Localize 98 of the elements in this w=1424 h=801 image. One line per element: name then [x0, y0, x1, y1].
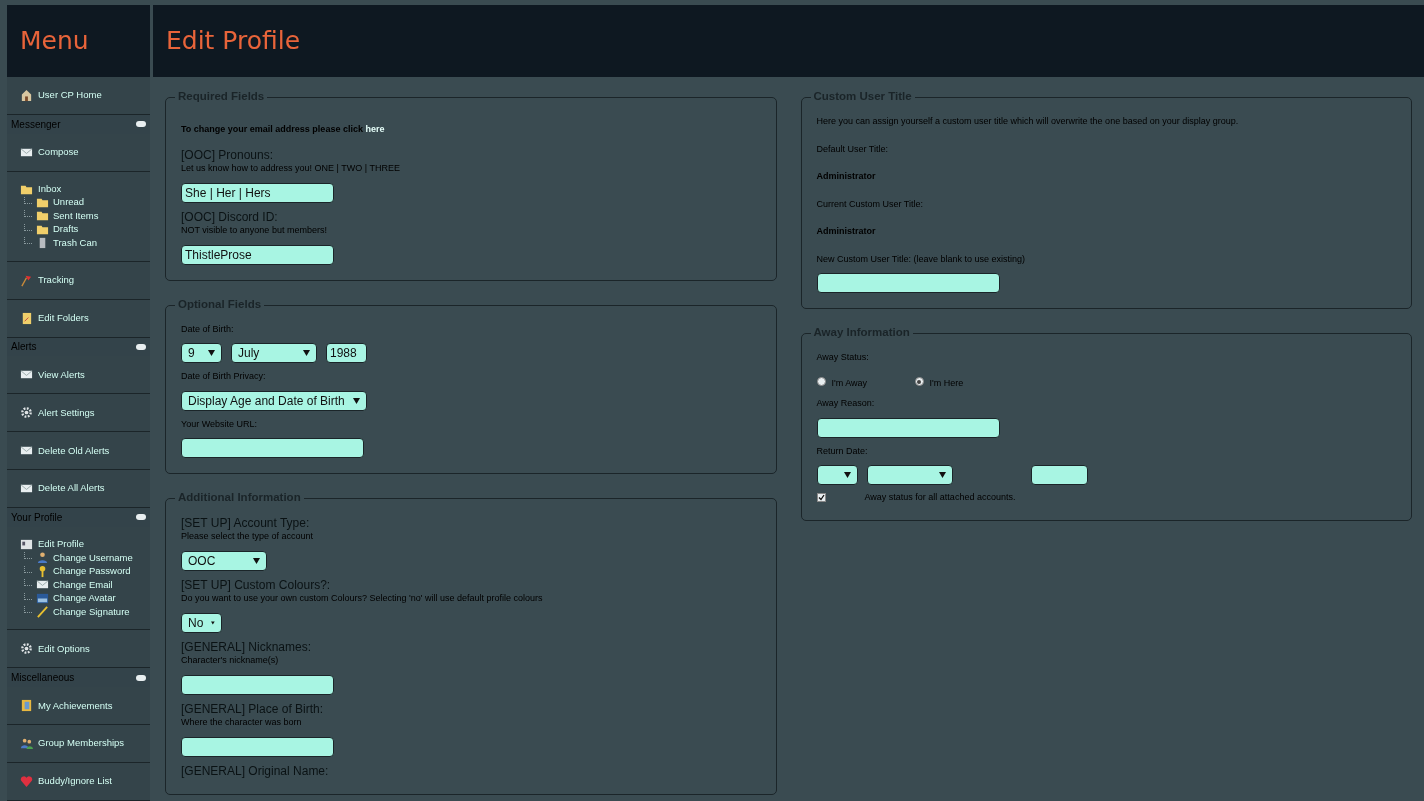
sidebar-link[interactable]: Unread [36, 195, 85, 210]
caret-icon [352, 397, 360, 404]
input-field[interactable]: 1988 [326, 343, 367, 363]
field-label: [GENERAL] Nicknames: [181, 639, 313, 655]
caret-icon [938, 472, 946, 478]
field-label: [GENERAL] Original Name: [181, 763, 330, 779]
sidebar-link[interactable]: Delete All Alerts [20, 481, 105, 496]
flag-icon [20, 273, 33, 287]
collapse-icon[interactable] [136, 514, 146, 521]
field-label: Your Website URL: [181, 417, 259, 431]
field-label: Current Custom User Title: [816, 197, 925, 211]
field-label: Date of Birth Privacy: [181, 370, 267, 383]
sidebar-link[interactable]: Change Signature [36, 604, 130, 619]
input-field[interactable]: She | Her | Hers [181, 182, 334, 203]
field-description: Let us know how to address you! ONE | TWO | THREE [181, 162, 401, 174]
sidebar-link[interactable]: Edit Folders [20, 310, 89, 326]
field-label: Away Reason: [816, 397, 876, 410]
sidebar-link[interactable]: Drafts [36, 222, 79, 237]
menu-header: Menu [7, 5, 150, 77]
sidebar-link[interactable]: Edit Profile [20, 537, 150, 551]
collapse-icon[interactable] [136, 343, 146, 350]
field-description: Character's nickname(s) [181, 655, 280, 666]
sidebar-link[interactable]: User CP Home [20, 88, 102, 103]
dropdown[interactable] [816, 465, 858, 485]
radio-label: I'm Away [831, 376, 868, 390]
sidebar-link[interactable]: Sent Items [36, 208, 99, 224]
sidebar-link[interactable]: Change Username [36, 550, 133, 565]
field-label: Here you can assign yourself a custom user title which will overwrite the one based on your display group. [816, 115, 1240, 128]
caret-icon [211, 620, 215, 626]
field-description: Where the character was born [181, 717, 303, 728]
field-label: New Custom User Title: (leave blank to use existing) [816, 252, 1027, 266]
dropdown[interactable]: No [181, 613, 222, 633]
field-label: Date of Birth: [181, 322, 235, 336]
dropdown[interactable]: OOC [181, 551, 267, 571]
heart-icon [20, 775, 33, 788]
envelope-icon [20, 145, 33, 159]
dropdown[interactable]: Display Age and Date of Birth [181, 390, 367, 411]
caret-icon [208, 350, 215, 356]
gear-icon [20, 642, 33, 656]
user-title: Administrator [816, 170, 877, 183]
field-label: [SET UP] Account Type: [181, 515, 311, 531]
sidebar-link[interactable]: My Achievements [20, 698, 113, 713]
sidebar-link[interactable]: Compose [20, 145, 79, 160]
dropdown[interactable] [866, 465, 953, 485]
caret-icon [253, 558, 260, 564]
field-label: [OOC] Discord ID: [181, 208, 279, 225]
radio-button[interactable] [816, 377, 826, 387]
input-field[interactable] [181, 675, 334, 695]
sidebar-link[interactable]: Trash Can [36, 235, 97, 251]
dropdown[interactable]: 9 [181, 343, 222, 363]
checkbox-label: Away status for all attached accounts. [864, 491, 1016, 504]
sidebar-link[interactable]: Change Email [36, 577, 113, 592]
sidebar-link[interactable]: Buddy/Ignore List [20, 774, 112, 789]
radio-label: I'm Here [929, 376, 964, 390]
input-field[interactable] [816, 417, 1000, 438]
field-label: [OOC] Pronouns: [181, 146, 275, 163]
sidebar-link[interactable]: View Alerts [20, 367, 85, 382]
field-label: [SET UP] Custom Colours?: [181, 577, 332, 593]
input-field[interactable] [181, 438, 364, 458]
sidebar-link[interactable]: Tracking [20, 273, 75, 288]
folder-icon [36, 209, 49, 223]
book-icon [20, 699, 33, 713]
notepad-icon [20, 311, 33, 325]
image-icon [36, 591, 49, 605]
field-label: Return Date: [816, 444, 869, 458]
field-label: Default User Title: [816, 142, 890, 156]
radio-button[interactable] [914, 377, 924, 387]
sidebar-link[interactable]: Edit Options [20, 641, 90, 656]
field-description: Please select the type of account [181, 531, 315, 542]
collapse-icon[interactable] [136, 121, 146, 128]
input-field[interactable]: ThistleProse [181, 244, 334, 265]
sidebar-link[interactable]: Group Memberships [20, 736, 125, 751]
field-description: Do you want to use your own custom Colours? Selecting 'no' will use default profile colours [181, 593, 544, 604]
house-icon [20, 88, 33, 102]
people-icon [20, 737, 33, 751]
link[interactable]: here [365, 124, 385, 134]
sidebar-link[interactable]: Delete Old Alerts [20, 443, 110, 458]
sidebar-link[interactable]: Change Avatar [36, 591, 116, 606]
person-icon [36, 551, 49, 565]
caret-icon [843, 472, 851, 478]
sidebar-link[interactable]: Change Password [36, 564, 131, 579]
checkbox[interactable] [816, 493, 826, 503]
sidebar-link[interactable]: Inbox [20, 182, 150, 196]
pencil-icon [36, 605, 49, 619]
sidebar-link[interactable]: Alert Settings [20, 405, 95, 420]
field-label: Away Status: [816, 351, 870, 364]
id-card-icon [20, 537, 33, 551]
user-title: Administrator [816, 225, 877, 238]
input-field[interactable] [1030, 465, 1088, 485]
collapse-icon[interactable] [136, 674, 146, 681]
page-header: Edit Profile [153, 5, 1424, 77]
field-description: NOT visible to anyone but members! [181, 224, 328, 236]
input-field[interactable] [181, 737, 334, 757]
caret-icon [303, 350, 310, 356]
dropdown[interactable]: July [231, 343, 317, 363]
gear-icon [20, 406, 33, 420]
input-field[interactable] [816, 273, 1000, 293]
email-change-note: To change your email address please click here [181, 123, 386, 136]
